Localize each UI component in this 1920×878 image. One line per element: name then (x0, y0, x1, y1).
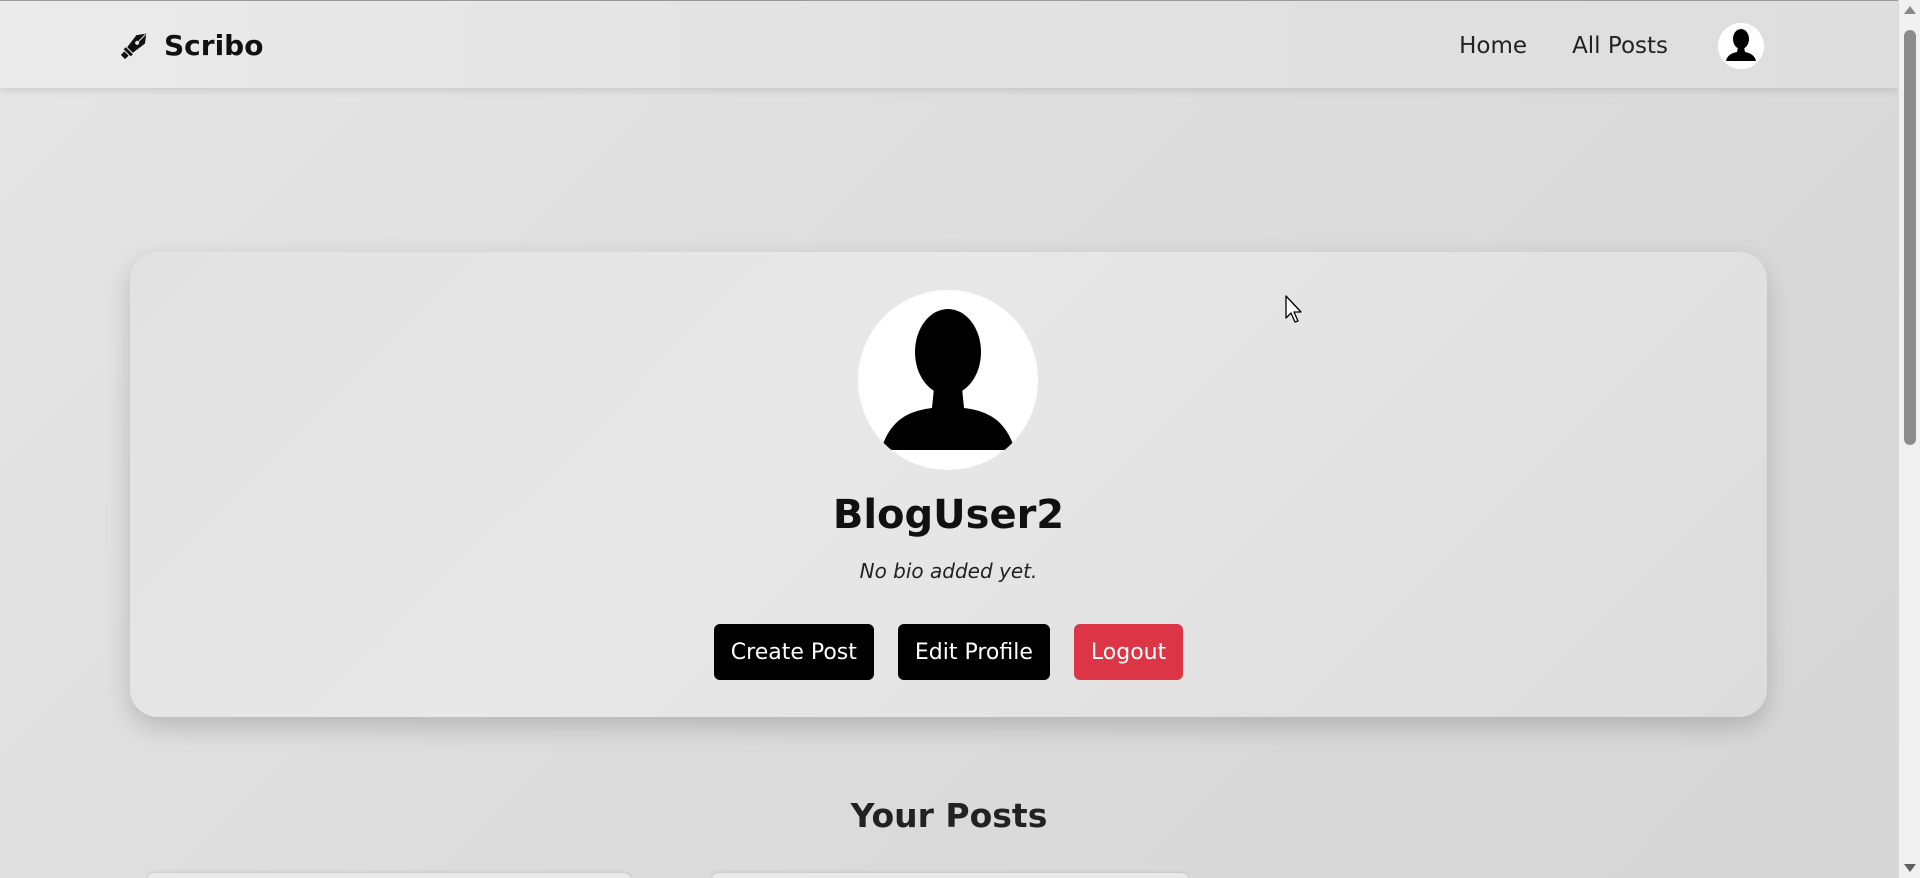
scroll-down-arrow-icon[interactable] (1904, 864, 1916, 872)
post-card[interactable] (712, 873, 1188, 878)
vertical-scrollbar[interactable] (1898, 0, 1920, 878)
user-avatar-menu[interactable] (1718, 23, 1764, 69)
nav-link-home[interactable]: Home (1459, 33, 1527, 59)
edit-profile-button[interactable]: Edit Profile (897, 624, 1050, 680)
nav-links: Home All Posts (1459, 23, 1764, 69)
post-card[interactable] (148, 873, 630, 878)
fountain-pen-icon (120, 33, 147, 60)
your-posts-heading: Your Posts (850, 796, 1048, 835)
scrollbar-thumb[interactable] (1904, 30, 1916, 445)
navbar: Scribo Home All Posts (0, 0, 1898, 88)
profile-actions: Create Post Edit Profile Logout (130, 624, 1767, 680)
profile-card: BlogUser2 No bio added yet. Create Post … (130, 252, 1767, 717)
nav-link-all-posts[interactable]: All Posts (1572, 33, 1668, 59)
page: Scribo Home All Posts BlogUser2 No bio a (0, 0, 1898, 878)
create-post-button[interactable]: Create Post (713, 624, 874, 680)
user-silhouette-icon (1718, 23, 1764, 69)
profile-bio: No bio added yet. (859, 559, 1038, 583)
profile-avatar (858, 290, 1038, 470)
profile-username: BlogUser2 (832, 492, 1065, 538)
brand-link[interactable]: Scribo (118, 25, 263, 65)
logout-button[interactable]: Logout (1073, 624, 1184, 680)
brand-name: Scribo (164, 28, 264, 62)
user-silhouette-icon (858, 290, 1038, 470)
scroll-up-arrow-icon[interactable] (1904, 6, 1916, 14)
